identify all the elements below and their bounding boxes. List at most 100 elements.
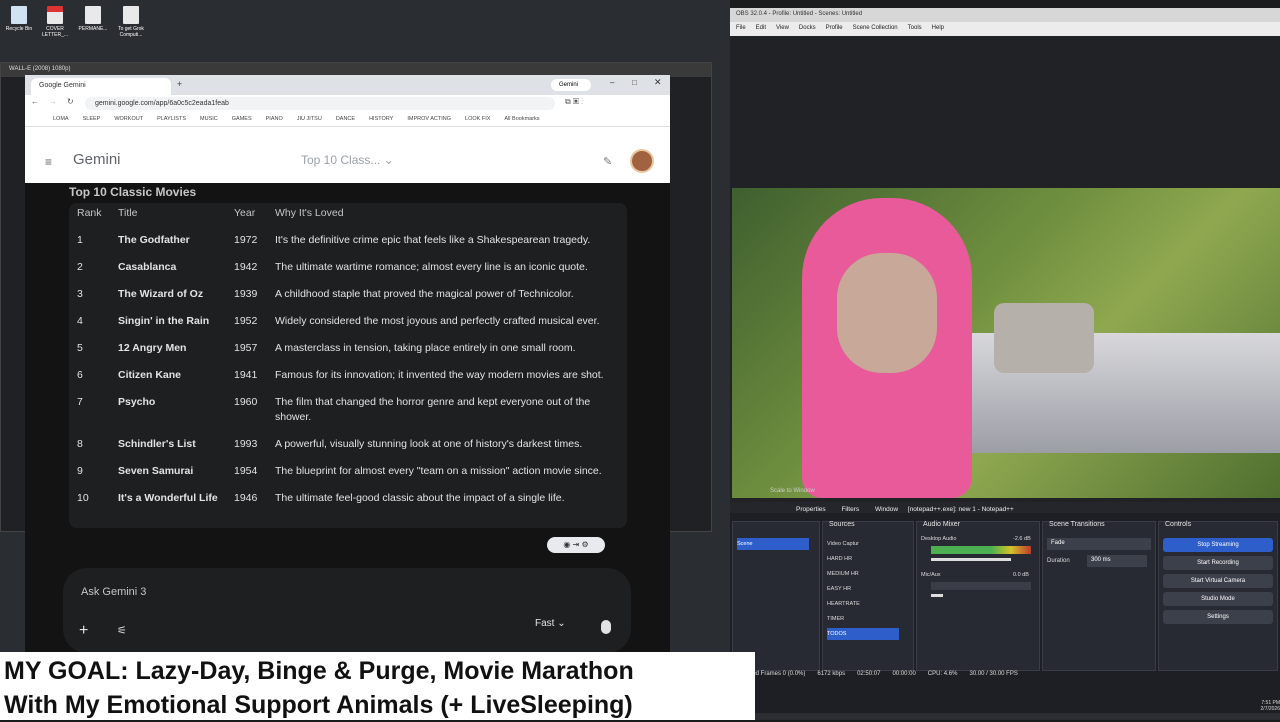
mode-select[interactable]: Fast ⌄ <box>535 618 566 629</box>
extensions-icon[interactable]: ⧉ ▣ ⋮ <box>565 97 583 107</box>
bookmark-item[interactable]: All Bookmarks <box>504 116 539 122</box>
duration-label: Duration <box>1047 558 1070 564</box>
add-icon[interactable]: + <box>79 622 88 640</box>
table-cell-why: A masterclass in tension, taking place e… <box>275 342 576 354</box>
table-cell-rank: 7 <box>77 396 83 408</box>
document-file-icon[interactable]: PERMANE... <box>76 6 110 32</box>
microphone-icon[interactable] <box>601 620 611 634</box>
sources-title: Sources <box>829 521 855 528</box>
obs-menu-item[interactable]: View <box>776 25 789 31</box>
status-item: CPU: 4.6% <box>927 671 958 677</box>
source-item[interactable]: EASY HR <box>827 583 899 595</box>
maximize-icon[interactable]: □ <box>632 78 637 87</box>
audio-level-2: 0.0 dB <box>1013 572 1029 578</box>
edit-icon[interactable]: ✎ <box>603 155 612 168</box>
taskbar-clock[interactable]: 7:51 PM 2/7/2026 <box>1230 700 1280 720</box>
volume-slider-2[interactable] <box>931 594 943 597</box>
gemini-header: ≡ Gemini Top 10 Class... ⌄ ✎ <box>25 127 670 183</box>
duration-input[interactable]: 300 ms <box>1087 555 1147 567</box>
menu-icon[interactable]: ≡ <box>45 155 52 169</box>
goal-banner: MY GOAL: Lazy-Day, Binge & Purge, Movie … <box>0 652 755 720</box>
bookmark-item[interactable]: LOOK FIX <box>465 116 490 122</box>
table-cell-title: 12 Angry Men <box>118 342 187 354</box>
goal-text-line1: MY GOAL: Lazy-Day, Binge & Purge, Movie … <box>4 657 634 685</box>
table-cell-why: It's the definitive crime epic that feel… <box>275 234 591 246</box>
table-cell-year: 1942 <box>234 261 258 273</box>
source-item[interactable]: HARD HR <box>827 553 899 565</box>
chevron-down-icon: ⌄ <box>557 618 566 629</box>
minimize-icon[interactable]: – <box>610 78 614 87</box>
obs-menu-item[interactable]: Edit <box>756 25 766 31</box>
studio-mode-button[interactable]: Studio Mode <box>1163 592 1273 606</box>
bookmark-item[interactable]: DANCE <box>336 116 355 122</box>
bookmark-item[interactable]: HISTORY <box>369 116 393 122</box>
properties-button[interactable]: Properties <box>796 506 826 513</box>
prompt-box[interactable]: Ask Gemini 3 + ⚟ Fast ⌄ <box>63 568 631 653</box>
table-cell-rank: 2 <box>77 261 83 273</box>
volume-slider-1[interactable] <box>931 558 1011 561</box>
url-input[interactable]: gemini.google.com/app/6a0c5c2eada1feab <box>85 97 555 110</box>
obs-menu-item[interactable]: File <box>736 25 746 31</box>
tab-gemini[interactable]: Google Gemini <box>31 78 171 95</box>
source-item[interactable]: TODOS <box>827 628 899 640</box>
forward-icon[interactable]: → <box>49 97 57 106</box>
obs-menu-item[interactable]: Help <box>932 25 944 31</box>
bookmark-item[interactable]: GAMES <box>232 116 252 122</box>
controls-dock: Controls Stop Streaming Start Recording … <box>1158 521 1278 671</box>
back-icon[interactable]: ← <box>31 97 39 106</box>
tools-icon[interactable]: ⚟ <box>117 624 127 637</box>
settings-button[interactable]: Settings <box>1163 610 1273 624</box>
table-tools[interactable]: ◉ ⇥ ⚙ <box>547 537 605 553</box>
bookmarks-bar: LOMA SLEEP WORKOUT PLAYLISTS MUSIC GAMES PIANO… <box>25 112 670 127</box>
table-cell-year: 1952 <box>234 315 258 327</box>
table-cell-title: The Wizard of Oz <box>118 288 204 300</box>
bookmark-item[interactable]: MUSIC <box>200 116 218 122</box>
gemini-button[interactable]: Gemini <box>551 79 591 91</box>
bookmark-item[interactable]: WORKOUT <box>114 116 143 122</box>
reload-icon[interactable]: ↻ <box>67 97 74 106</box>
mode-label: Fast <box>535 618 555 629</box>
obs-menu-item[interactable]: Scene Collection <box>853 25 898 31</box>
source-item[interactable]: TIMER <box>827 613 899 625</box>
avatar[interactable] <box>630 149 654 173</box>
recycle-bin-icon[interactable]: Recycle Bin <box>2 6 36 32</box>
scene-item[interactable]: Scene <box>737 538 809 550</box>
bookmark-item[interactable]: IMPROV ACTING <box>407 116 451 122</box>
start-recording-button[interactable]: Start Recording <box>1163 556 1273 570</box>
table-cell-year: 1939 <box>234 288 258 300</box>
virtual-camera-button[interactable]: Start Virtual Camera <box>1163 574 1273 588</box>
table-cell-title: Schindler's List <box>118 438 196 450</box>
source-item[interactable]: Video Captur <box>827 538 899 550</box>
table-cell-rank: 4 <box>77 315 83 327</box>
bookmark-item[interactable]: PLAYLISTS <box>157 116 186 122</box>
bookmark-item[interactable]: LOMA <box>53 116 69 122</box>
obs-statusbar: Dropped Frames 0 (0.0%) 6172 kbps 02:50:07… <box>730 668 1280 682</box>
close-icon[interactable]: ✕ <box>654 77 662 88</box>
source-item[interactable]: MEDIUM HR <box>827 568 899 580</box>
obs-menu-item[interactable]: Docks <box>799 25 816 31</box>
status-item: 02:50:07 <box>857 671 881 677</box>
pdf-file-icon[interactable]: COVER LETTER_... <box>38 6 72 38</box>
transition-select[interactable]: Fade <box>1047 538 1151 550</box>
chat-title-dropdown[interactable]: Top 10 Class... ⌄ <box>301 153 394 167</box>
source-item[interactable]: HEARTRATE <box>827 598 899 610</box>
scale-label[interactable]: Scale to Window <box>770 488 815 494</box>
text-file-icon[interactable]: To get Grok Computi... <box>114 6 148 38</box>
new-tab-icon[interactable]: + <box>177 79 182 89</box>
transitions-dock: Scene Transitions Fade Duration 300 ms <box>1042 521 1156 671</box>
table-cell-title: Singin' in the Rain <box>118 315 210 327</box>
chat-content: Top 10 Classic Movies Rank Title Year Why I… <box>25 183 670 653</box>
bookmark-item[interactable]: SLEEP <box>83 116 101 122</box>
stop-streaming-button[interactable]: Stop Streaming <box>1163 538 1273 552</box>
obs-menu-item[interactable]: Profile <box>826 25 843 31</box>
obs-menu-item[interactable]: Tools <box>908 25 922 31</box>
bookmark-item[interactable]: PIANO <box>266 116 283 122</box>
window-select[interactable]: [notepad++.exe]: new 1 - Notepad++ <box>908 506 1014 513</box>
prompt-input[interactable]: Ask Gemini 3 <box>81 586 146 598</box>
sources-dock: Sources Video Captur HARD HR MEDIUM HR EASY… <box>822 521 914 671</box>
filters-button[interactable]: Filters <box>841 506 859 513</box>
table-cell-why: A powerful, visually stunning look at on… <box>275 438 583 450</box>
bookmark-item[interactable]: JIU JITSU <box>297 116 322 122</box>
audio-mixer-dock: Audio Mixer Desktop Audio -2.6 dB Mic/Au… <box>916 521 1040 671</box>
table-cell-title: Casablanca <box>118 261 177 273</box>
